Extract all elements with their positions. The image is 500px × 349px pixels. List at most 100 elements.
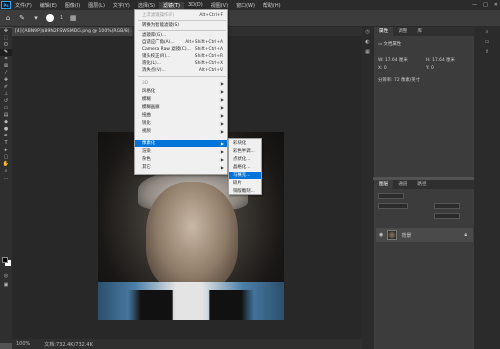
menu-image[interactable]: 图像(I) (61, 2, 84, 9)
home-icon[interactable]: ⌂ (4, 14, 12, 22)
blur-tool-icon[interactable]: ◆ (0, 119, 12, 126)
type-tool-icon[interactable]: T (0, 140, 12, 147)
menu-select[interactable]: 选择(S) (134, 2, 159, 9)
menu-item-pixelate[interactable]: 像素化 ▶ (135, 140, 227, 147)
menu-item-convert-smart-filter[interactable]: 转换为智能滤镜(S) (135, 22, 227, 29)
screen-mode-icon[interactable]: ▣ (0, 282, 12, 289)
submenu-item-facet[interactable]: 彩块化 (229, 140, 261, 147)
move-tool-icon[interactable]: ✥ (0, 28, 12, 35)
workspace-icon[interactable]: ▭ (474, 37, 500, 47)
tab-properties[interactable]: 属性 (374, 27, 394, 36)
submenu-item-crystallize[interactable]: 晶格化... (229, 164, 261, 171)
menu-item-sharpen[interactable]: 锐化 ▶ (135, 120, 227, 127)
quick-mask-icon[interactable]: ◎ (0, 273, 12, 280)
hand-tool-icon[interactable]: ✋ (0, 161, 12, 168)
resolution-label: 分辨率: 72 像素/英寸 (378, 78, 421, 83)
menu-item-vanishing-point[interactable]: 消失点(V)... Alt+Ctrl+V (135, 67, 227, 74)
submenu-item-pointillize[interactable]: 点状化... (229, 156, 261, 163)
crop-tool-icon[interactable]: ⌗ (0, 56, 12, 63)
search-icon[interactable]: ⌕ (474, 27, 500, 37)
shape-tool-icon[interactable]: ▢ (0, 154, 12, 161)
stamp-tool-icon[interactable]: ⊥ (0, 91, 12, 98)
menu-item-adaptive-wide-angle[interactable]: 自适应广角(A)... Alt+Shift+Ctrl+A (135, 39, 227, 46)
properties-tabs: 属性 调整 库 (374, 27, 474, 36)
layer-kind-filter[interactable] (378, 193, 404, 199)
menu-item-lens-correction[interactable]: 镜头校正(R)... Shift+Ctrl+R (135, 53, 227, 60)
tab-paths[interactable]: 路径 (412, 180, 431, 189)
chevron-down-icon[interactable]: ▾ (32, 14, 40, 22)
lasso-tool-icon[interactable]: ʘ (0, 42, 12, 49)
close-button[interactable]: ✕ (494, 2, 498, 8)
document-tab-close-icon[interactable]: × (131, 29, 132, 34)
brush-tool-icon[interactable]: ✎ (0, 49, 12, 56)
menu-item-camera-raw[interactable]: Camera Raw 滤镜(C)... Shift+Ctrl+A (135, 46, 227, 53)
menu-separator (138, 30, 226, 31)
menu-view[interactable]: 视图(V) (207, 2, 232, 9)
healing-tool-icon[interactable]: ✚ (0, 77, 12, 84)
menu-item-noise[interactable]: 杂色 ▶ (135, 156, 227, 163)
pen-tool-icon[interactable]: ✒ (0, 133, 12, 140)
color-panel-icon[interactable]: ◐ (362, 37, 373, 47)
y-field[interactable]: Y: 0 (426, 66, 434, 71)
submenu-item-fragment[interactable]: 碎片 (229, 180, 261, 187)
history-panel-icon[interactable]: ◷ (362, 27, 373, 37)
brush-tool-icon[interactable]: ✎ (18, 14, 26, 22)
menu-item-video[interactable]: 视频 ▶ (135, 128, 227, 135)
swatches-panel-icon[interactable]: ▦ (362, 47, 373, 57)
menu-item-blur[interactable]: 模糊 ▶ (135, 96, 227, 103)
zoom-tool-icon[interactable]: ⌕ (0, 168, 12, 175)
submenu-item-color-halftone[interactable]: 彩色半调... (229, 148, 261, 155)
menu-type[interactable]: 文字(Y) (109, 2, 134, 9)
history-brush-icon[interactable]: ↺ (0, 98, 12, 105)
tab-channels[interactable]: 通道 (393, 180, 412, 189)
height-field[interactable]: H: 17.64 厘米 (426, 57, 455, 63)
brush-preset-picker[interactable] (46, 14, 54, 22)
layer-row-background[interactable]: ◉ 背景 🔒︎ (376, 228, 473, 242)
submenu-item-mosaic[interactable]: 马赛克... (229, 172, 261, 179)
menu-file[interactable]: 文件(F) (11, 2, 36, 9)
marquee-tool-icon[interactable]: ⬚ (0, 35, 12, 42)
zoom-level[interactable]: 100% (16, 341, 30, 347)
eye-icon[interactable]: ◉ (379, 232, 383, 238)
paint-brush-icon[interactable]: ✐ (0, 84, 12, 91)
menu-help[interactable]: 帮助(H) (259, 2, 285, 9)
opacity-input[interactable] (434, 203, 460, 209)
menu-edit[interactable]: 编辑(E) (36, 2, 61, 9)
fill-input[interactable] (434, 213, 460, 219)
share-icon[interactable]: ⇪ (474, 47, 500, 57)
menu-item-stylize[interactable]: 风格化 ▶ (135, 88, 227, 95)
menu-item-blur-gallery[interactable]: 模糊画廊 ▶ (135, 104, 227, 111)
menu-item-3d[interactable]: 3D ▶ (135, 80, 227, 87)
brush-settings-icon[interactable]: ▦ (69, 14, 77, 22)
dodge-tool-icon[interactable]: ● (0, 126, 12, 133)
menu-item-last-filter[interactable]: 上次滤镜操作(F) Alt+Ctrl+F (135, 12, 227, 19)
tab-adjustments[interactable]: 调整 (393, 27, 412, 36)
menu-item-liquify[interactable]: 液化(L)... Shift+Ctrl+X (135, 60, 227, 67)
submenu-item-mezzotint[interactable]: 铜版雕刻... (229, 188, 261, 195)
gradient-tool-icon[interactable]: ▤ (0, 112, 12, 119)
width-field[interactable]: W: 17.64 厘米 (378, 57, 408, 63)
maximize-button[interactable]: □ (483, 2, 488, 8)
menu-item-other[interactable]: 其它 ▶ (135, 164, 227, 171)
eraser-tool-icon[interactable]: ▭ (0, 105, 12, 112)
menu-layer[interactable]: 图层(L) (84, 2, 109, 9)
menu-3d[interactable]: 3D(D) (184, 2, 207, 8)
eyedropper-tool-icon[interactable]: ⁄ (0, 70, 12, 77)
submenu-arrow-icon: ▶ (220, 81, 224, 86)
minimize-button[interactable]: — (472, 2, 477, 8)
document-tab[interactable]: [4]{ABN9P]$89N2FSWSMDG.png @ 100%(RGB/8)… (12, 27, 132, 36)
tab-libraries[interactable]: 库 (412, 27, 427, 36)
menu-item-render[interactable]: 渲染 ▶ (135, 148, 227, 155)
lock-icon: 🔒︎ (464, 232, 467, 238)
menu-item-filter-gallery[interactable]: 滤镜库(G)... (135, 32, 227, 39)
x-field[interactable]: X: 0 (378, 66, 387, 71)
tab-layers[interactable]: 图层 (374, 180, 394, 189)
path-select-icon[interactable]: ▸ (0, 147, 12, 154)
blend-mode-select[interactable] (378, 203, 408, 209)
menu-item-distort[interactable]: 扭曲 ▶ (135, 112, 227, 119)
more-tools-icon[interactable]: … (0, 175, 12, 182)
menu-window[interactable]: 窗口(W) (232, 2, 259, 9)
menu-filter[interactable]: 滤镜(T) (158, 1, 184, 9)
foreground-color-swatch[interactable] (2, 257, 8, 263)
frame-tool-icon[interactable]: ⊠ (0, 63, 12, 70)
